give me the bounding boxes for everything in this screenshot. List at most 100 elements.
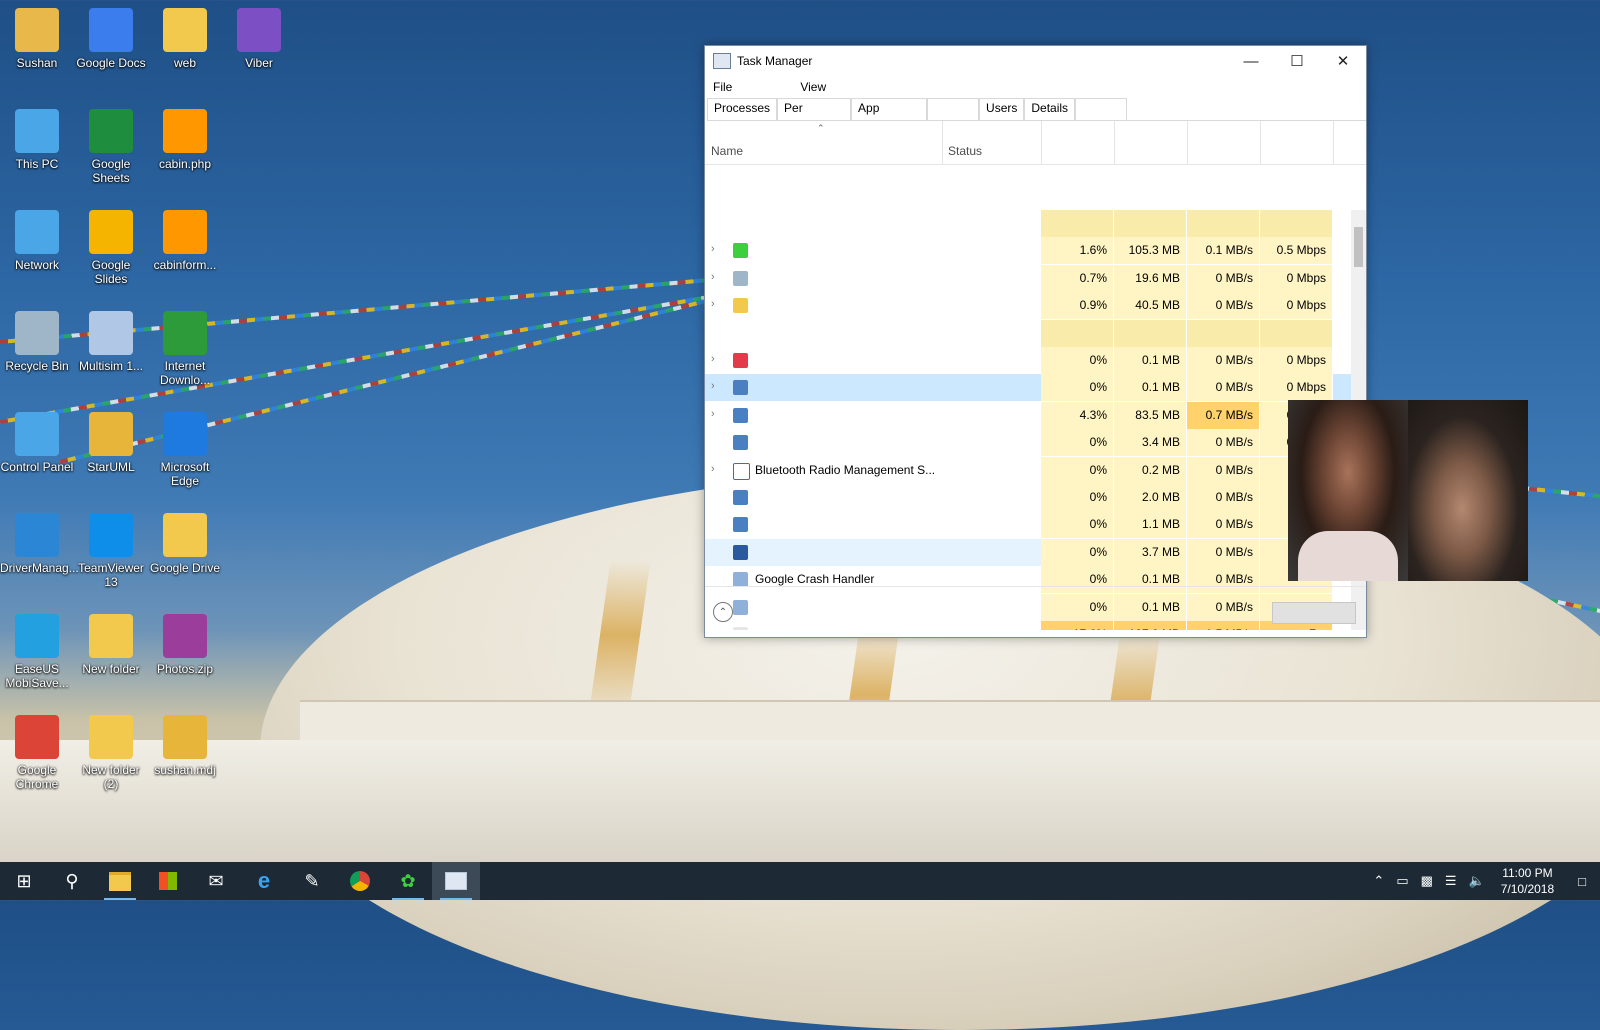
taskbar: ⊞ ⚲ ✉ e ✎ ✿ ⌃ ▭ ▩ ☰ 🔈 11:00 PM 7/10/2018… [0, 862, 1600, 900]
task-manager-window[interactable]: Task Manager — ☐ ✕ File View Processes P… [704, 45, 1367, 638]
table-row[interactable]: 0%3.4 MB0 MB/s0 Mbps [705, 429, 1351, 457]
desktop-icon[interactable]: Viber [222, 8, 296, 70]
mail-icon[interactable]: ✉ [192, 862, 240, 900]
search-icon[interactable]: ⚲ [48, 862, 96, 900]
desktop-icon[interactable]: This PC [0, 109, 74, 171]
wifi-icon[interactable]: ☰ [1439, 873, 1463, 889]
table-row[interactable]: › 1.6% 105.3 MB 0.1 MB/s 0.5 Mbps [705, 237, 1351, 265]
chevron-right-icon[interactable]: › [711, 298, 721, 310]
battery-icon[interactable]: ▭ [1390, 873, 1414, 889]
desktop-icon[interactable]: Network [0, 210, 74, 272]
minimize-button[interactable]: — [1228, 46, 1274, 76]
column-network[interactable] [1260, 121, 1334, 164]
google-drive-icon [163, 513, 207, 557]
desktop-icon[interactable]: New folder [74, 614, 148, 676]
menu-file[interactable]: File [705, 80, 740, 94]
desktop-icon[interactable]: Sushan [0, 8, 74, 70]
maximize-button[interactable]: ☐ [1274, 46, 1320, 76]
column-cpu[interactable] [1041, 121, 1115, 164]
chevron-right-icon[interactable]: › [711, 380, 721, 392]
chrome-icon [15, 715, 59, 759]
clock[interactable]: 11:00 PM 7/10/2018 [1491, 865, 1564, 897]
table-row[interactable]: 0% 3.7 MB 0 MB/s [705, 538, 1351, 566]
desktop-icon[interactable]: New folder (2) [74, 715, 148, 791]
desktop-icon[interactable]: TeamViewer 13 [74, 513, 148, 589]
sublime-file-icon [163, 210, 207, 254]
cell-cpu: 0% [1041, 456, 1114, 484]
chevron-right-icon[interactable]: › [711, 243, 721, 255]
video-participant-1 [1288, 400, 1408, 581]
desktop-icon[interactable]: Recycle Bin [0, 311, 74, 373]
table-row[interactable] [705, 319, 1351, 347]
desktop-icon[interactable]: EaseUS MobiSave... [0, 614, 74, 690]
tab-processes[interactable]: Processes [707, 98, 778, 120]
paint-icon[interactable]: ✎ [288, 862, 336, 900]
edge-icon[interactable]: e [240, 862, 288, 900]
desktop-icon[interactable]: sushan.mdj [148, 715, 222, 777]
tab-app-history[interactable]: App [851, 98, 928, 120]
control-panel-icon [15, 412, 59, 456]
desktop-icon[interactable]: Google Chrome [0, 715, 74, 791]
desktop-icon[interactable]: web [148, 8, 222, 70]
power-icon[interactable]: ▩ [1415, 873, 1439, 889]
notification-icon[interactable]: □ [1564, 874, 1600, 889]
chevron-right-icon[interactable]: › [711, 271, 721, 283]
cell-disk: 0 MB/s [1187, 264, 1260, 292]
file-explorer-icon[interactable] [96, 862, 144, 900]
icq-icon[interactable]: ✿ [384, 862, 432, 900]
desktop-icon[interactable]: Google Sheets [74, 109, 148, 185]
desktop-icon[interactable]: cabinform... [148, 210, 222, 272]
desktop-icon[interactable]: cabin.php [148, 109, 222, 171]
process-name: Bluetooth Radio Management S... [755, 462, 936, 477]
column-headers: ⌃ Name Status [705, 121, 1366, 165]
column-memory[interactable] [1114, 121, 1188, 164]
chevron-right-icon[interactable]: › [711, 408, 721, 420]
desktop-icon[interactable]: StarUML [74, 412, 148, 474]
table-row[interactable]: 0% 2.0 MB 0 MB/s [705, 484, 1351, 511]
desktop-icon[interactable]: Google Slides [74, 210, 148, 286]
fewer-details-icon[interactable]: ⌃ [713, 602, 733, 622]
scrollbar-thumb[interactable] [1354, 227, 1363, 267]
desktop-icon[interactable]: Google Docs [74, 8, 148, 70]
table-row[interactable]: 0% 1.1 MB 0 MB/s [705, 511, 1351, 539]
table-row[interactable]: › 0.9% 40.5 MB 0 MB/s 0 Mbps [705, 292, 1351, 320]
desktop-icon[interactable]: Control Panel [0, 412, 74, 474]
start-icon[interactable]: ⊞ [0, 862, 48, 900]
cell-mem: 3.7 MB [1114, 538, 1187, 566]
store-icon[interactable] [144, 862, 192, 900]
volume-icon[interactable]: 🔈 [1463, 873, 1491, 889]
table-row[interactable]: › Bluetooth Radio Management S... 0% 0.2 MB… [705, 456, 1351, 484]
tab-services[interactable] [1075, 98, 1128, 120]
cell-disk: 0 MB/s [1187, 538, 1260, 566]
chevron-right-icon[interactable]: › [711, 353, 721, 365]
column-disk[interactable] [1187, 121, 1261, 164]
tab-details[interactable]: Details [1024, 98, 1076, 120]
table-row[interactable]: › 0% 0.1 MB 0 MB/s 0 Mbps [705, 374, 1351, 402]
end-task-button[interactable] [1272, 602, 1356, 624]
tab-startup[interactable] [927, 98, 980, 120]
desktop-icon[interactable]: DriverManag... [0, 513, 79, 575]
table-row[interactable]: › 0% 0.1 MB 0 MB/s 0 Mbps [705, 347, 1351, 374]
table-row[interactable]: › 0.7% 19.6 MB 0 MB/s 0 Mbps [705, 264, 1351, 292]
table-row[interactable] [705, 210, 1351, 237]
task-manager-icon[interactable] [432, 862, 480, 900]
cell-net: 0 Mbps [1260, 264, 1333, 292]
tab-performance[interactable]: Per [777, 98, 852, 120]
table-row[interactable]: ›4.3%83.5 MB0.7 MB/s0 Mbps [705, 401, 1351, 429]
chevron-right-icon[interactable]: › [711, 463, 721, 475]
close-button[interactable]: ✕ [1320, 46, 1366, 76]
menu-view[interactable]: View [792, 80, 834, 94]
service-icon [733, 380, 748, 396]
chevron-up-icon[interactable]: ⌃ [1367, 873, 1390, 889]
column-name[interactable]: ⌃ Name [705, 121, 943, 164]
desktop-icon[interactable]: Multisim 1... [74, 311, 148, 373]
desktop-icon[interactable]: Photos.zip [148, 614, 222, 676]
desktop-icon[interactable]: Google Drive [148, 513, 222, 575]
title-bar[interactable]: Task Manager — ☐ ✕ [705, 46, 1366, 76]
tab-users[interactable]: Users [979, 98, 1025, 120]
desktop-icon[interactable]: Microsoft Edge [148, 412, 222, 488]
video-call-overlay[interactable] [1288, 400, 1528, 581]
column-status[interactable]: Status [942, 121, 1042, 164]
desktop-icon[interactable]: Internet Downlo... [148, 311, 222, 387]
chrome-icon[interactable] [336, 862, 384, 900]
